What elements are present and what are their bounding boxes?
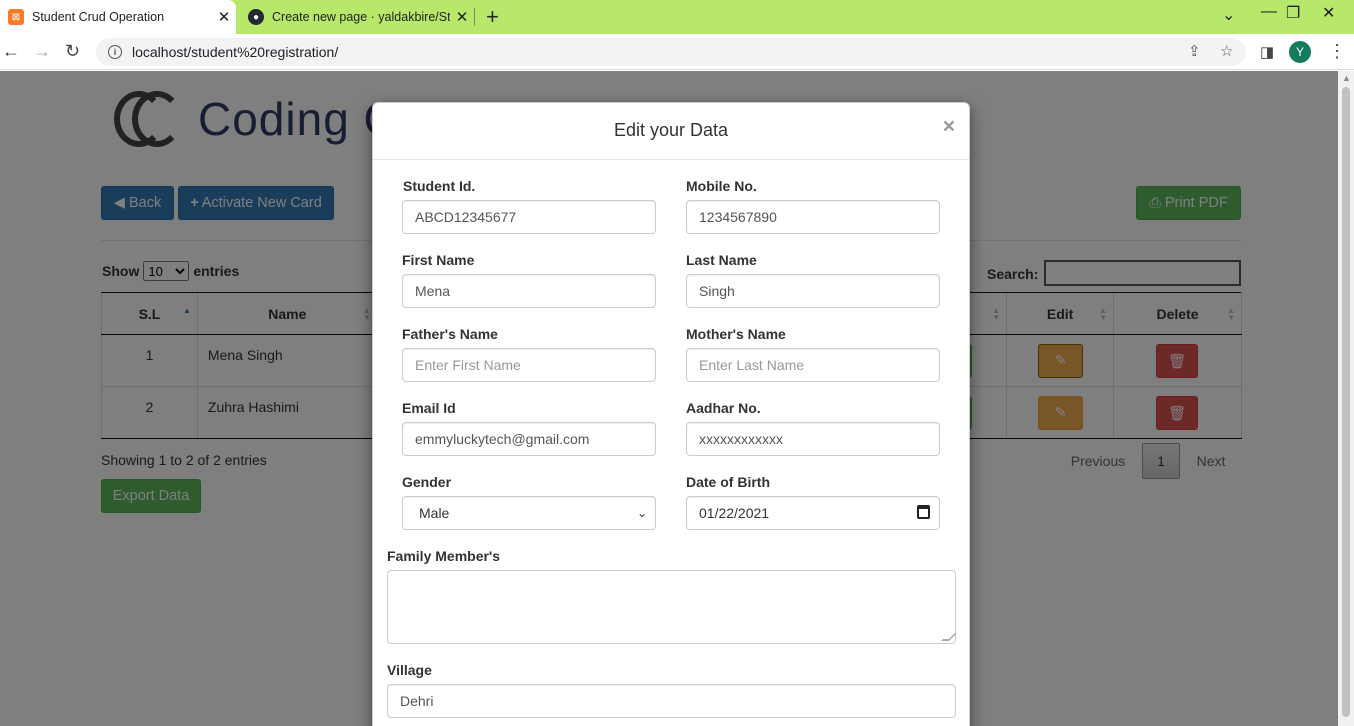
window-close-icon[interactable]: ✕ <box>1322 3 1335 23</box>
last-name-input[interactable]: Singh <box>686 274 940 308</box>
xampp-icon: ⊠ <box>8 9 24 25</box>
father-name-input[interactable]: Enter First Name <box>402 348 656 382</box>
dob-input[interactable]: 01/22/2021 <box>686 496 940 530</box>
dob-label: Date of Birth <box>686 474 770 490</box>
modal-header: Edit your Data × <box>373 103 969 160</box>
url-text: localhost/student%20registration/ <box>132 44 339 60</box>
aadhar-input[interactable]: xxxxxxxxxxxx <box>686 422 940 456</box>
mother-name-input[interactable]: Enter Last Name <box>686 348 940 382</box>
dob-value: 01/22/2021 <box>699 505 770 521</box>
share-icon[interactable]: ⇪ <box>1188 38 1201 66</box>
mobile-input[interactable]: 1234567890 <box>686 200 940 234</box>
calendar-icon[interactable] <box>917 505 930 519</box>
student-id-label: Student Id. <box>403 178 476 194</box>
close-icon[interactable]: ✕ <box>450 8 474 26</box>
tab-title: Student Crud Operation <box>32 10 165 24</box>
chevron-down-icon: ⌄ <box>636 506 647 520</box>
resize-handle-icon[interactable] <box>941 633 957 641</box>
scrollbar[interactable]: ▲ <box>1338 71 1354 726</box>
family-members-textarea[interactable] <box>387 570 957 644</box>
gender-select[interactable]: Male ⌄ <box>402 496 656 530</box>
avatar[interactable]: Y <box>1289 41 1311 63</box>
restore-icon[interactable]: ❐ <box>1286 3 1300 23</box>
village-label: Village <box>387 662 432 678</box>
tab-search-chevron-icon[interactable]: ⌄ <box>1222 5 1235 25</box>
mobile-label: Mobile No. <box>686 178 757 194</box>
edit-data-modal: Edit your Data × Student Id. ABCD1234567… <box>372 102 970 726</box>
gender-value: Male <box>419 505 450 521</box>
close-icon[interactable]: ✕ <box>212 8 236 26</box>
scrollbar-thumb[interactable] <box>1342 87 1350 717</box>
url-field[interactable]: i localhost/student%20registration/ ⇪ ☆ <box>96 38 1246 66</box>
email-input[interactable]: emmyluckytech@gmail.com <box>402 422 656 456</box>
village-input[interactable]: Dehri <box>387 684 956 718</box>
bookmark-star-icon[interactable]: ☆ <box>1220 38 1233 66</box>
tab-strip: ⊠ Student Crud Operation ✕ ● Create new … <box>0 0 1354 34</box>
tab-title: Create new page · yaldakbire/Stu <box>272 10 450 24</box>
gender-label: Gender <box>402 474 452 490</box>
family-members-label: Family Member's <box>387 548 501 564</box>
minimize-icon[interactable]: — <box>1261 3 1277 21</box>
new-tab-icon[interactable]: + <box>486 4 499 30</box>
side-panel-icon[interactable]: ◨ <box>1260 43 1274 61</box>
site-info-icon[interactable]: i <box>108 45 122 59</box>
first-name-label: First Name <box>402 252 475 268</box>
first-name-input[interactable]: Mena <box>402 274 656 308</box>
tab-student-crud[interactable]: ⊠ Student Crud Operation ✕ <box>0 0 236 34</box>
last-name-label: Last Name <box>686 252 757 268</box>
close-icon[interactable]: × <box>943 115 955 139</box>
reload-icon[interactable]: ↻ <box>65 41 80 62</box>
back-arrow-icon[interactable]: ← <box>2 41 20 62</box>
student-id-input[interactable]: ABCD12345677 <box>402 200 656 234</box>
email-label: Email Id <box>402 400 456 416</box>
scroll-up-icon[interactable]: ▲ <box>1342 73 1351 83</box>
forward-arrow-icon[interactable]: → <box>33 41 51 62</box>
modal-title: Edit your Data <box>613 120 729 140</box>
tab-divider <box>474 8 475 26</box>
kebab-menu-icon[interactable]: ⋮ <box>1328 41 1346 62</box>
tab-github[interactable]: ● Create new page · yaldakbire/Stu ✕ <box>238 0 474 34</box>
github-icon: ● <box>248 9 264 25</box>
aadhar-label: Aadhar No. <box>686 400 761 416</box>
mother-name-label: Mother's Name <box>686 326 786 342</box>
address-bar: ← → ↻ i localhost/student%20registration… <box>0 34 1354 70</box>
father-name-label: Father's Name <box>402 326 498 342</box>
